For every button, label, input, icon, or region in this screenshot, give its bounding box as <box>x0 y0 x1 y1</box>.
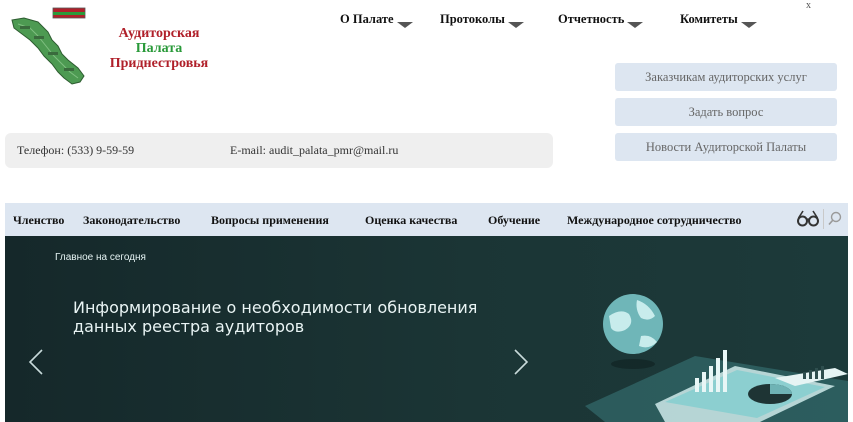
banner-title[interactable]: Информирование о необходимости обновлени… <box>73 298 523 336</box>
email-text[interactable]: E-mail: audit_palata_pmr@mail.ru <box>230 143 398 158</box>
ask-question-button[interactable]: Задать вопрос <box>615 98 837 126</box>
top-nav-item-committees[interactable]: Комитеты <box>680 12 757 28</box>
main-nav: Членство Законодательство Вопросы примен… <box>5 203 848 236</box>
main-nav-item-international[interactable]: Международное сотрудничество <box>567 213 742 228</box>
chevron-down-icon <box>396 22 413 28</box>
main-nav-item-application[interactable]: Вопросы применения <box>211 213 329 228</box>
clients-button[interactable]: Заказчикам аудиторских услуг <box>615 63 837 91</box>
banner-illustration <box>585 294 848 422</box>
top-nav-label: Протоколы <box>440 12 505 26</box>
chevron-down-icon <box>507 22 524 28</box>
close-icon[interactable]: x <box>806 0 812 11</box>
org-name-line1: Аудиторская <box>118 26 200 41</box>
close-glyph-text: x <box>806 0 812 11</box>
top-nav-item-about[interactable]: О Палате <box>340 12 413 28</box>
glasses-icon[interactable] <box>796 208 820 228</box>
chevron-down-icon <box>740 22 757 28</box>
logo-map[interactable] <box>8 6 88 88</box>
contact-bar: Телефон: (533) 9-59-59 E-mail: audit_pal… <box>5 133 553 168</box>
news-button[interactable]: Новости Аудиторской Палаты <box>615 133 837 161</box>
main-nav-item-quality[interactable]: Оценка качества <box>365 213 457 228</box>
org-name[interactable]: Аудиторская Палата Приднестровья <box>104 26 214 71</box>
top-nav-label: О Палате <box>340 12 394 26</box>
hero-banner[interactable]: Главное на сегодня Информирование о необ… <box>5 236 848 422</box>
top-nav-item-reports[interactable]: Отчетность <box>558 12 644 28</box>
top-nav-item-protocols[interactable]: Протоколы <box>440 12 524 28</box>
org-name-line2: Палата <box>135 41 183 56</box>
search-button[interactable] <box>823 209 845 229</box>
chevron-right-icon[interactable] <box>512 348 530 376</box>
top-nav-label: Отчетность <box>558 12 625 26</box>
phone-text: Телефон: (533) 9-59-59 <box>17 143 135 157</box>
banner-tag: Главное на сегодня <box>55 252 146 263</box>
org-name-line3: Приднестровья <box>109 56 209 71</box>
search-icon <box>828 211 842 226</box>
chevron-down-icon <box>627 22 644 28</box>
main-nav-item-legislation[interactable]: Законодательство <box>83 213 180 228</box>
main-nav-item-training[interactable]: Обучение <box>488 213 540 228</box>
chevron-left-icon[interactable] <box>27 348 45 376</box>
top-nav-label: Комитеты <box>680 12 738 26</box>
main-nav-item-membership[interactable]: Членство <box>13 213 64 228</box>
